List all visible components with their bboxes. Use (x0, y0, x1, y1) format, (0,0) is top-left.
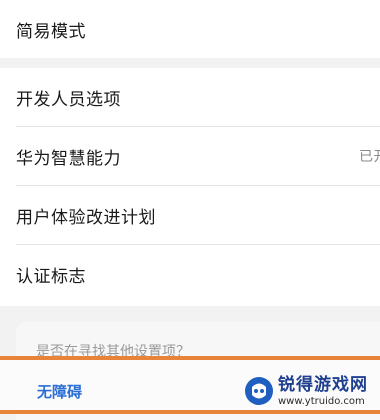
watermark: 锐得游戏网 www.ytruido.com (244, 364, 376, 418)
huawei-smart-item[interactable]: 华为智慧能力 已开 (0, 127, 380, 185)
developer-options-item[interactable]: 开发人员选项 (0, 68, 380, 126)
watermark-url: www.ytruido.com (278, 395, 365, 407)
ux-improvement-label: 用户体验改进计划 (16, 207, 156, 228)
certification-label: 认证标志 (16, 266, 86, 287)
huawei-smart-status: 已开 (359, 149, 380, 165)
huawei-smart-label: 华为智慧能力 (16, 148, 121, 169)
watermark-logo-icon (244, 376, 274, 406)
simple-mode-label: 简易模式 (16, 21, 86, 42)
accessibility-link[interactable]: 无障碍 (37, 381, 82, 402)
developer-options-label: 开发人员选项 (16, 89, 121, 110)
watermark-title: 锐得游戏网 (278, 374, 368, 395)
simple-mode-item[interactable]: 简易模式 (0, 0, 380, 58)
ux-improvement-item[interactable]: 用户体验改进计划 (0, 186, 380, 244)
certification-item[interactable]: 认证标志 (0, 245, 380, 303)
